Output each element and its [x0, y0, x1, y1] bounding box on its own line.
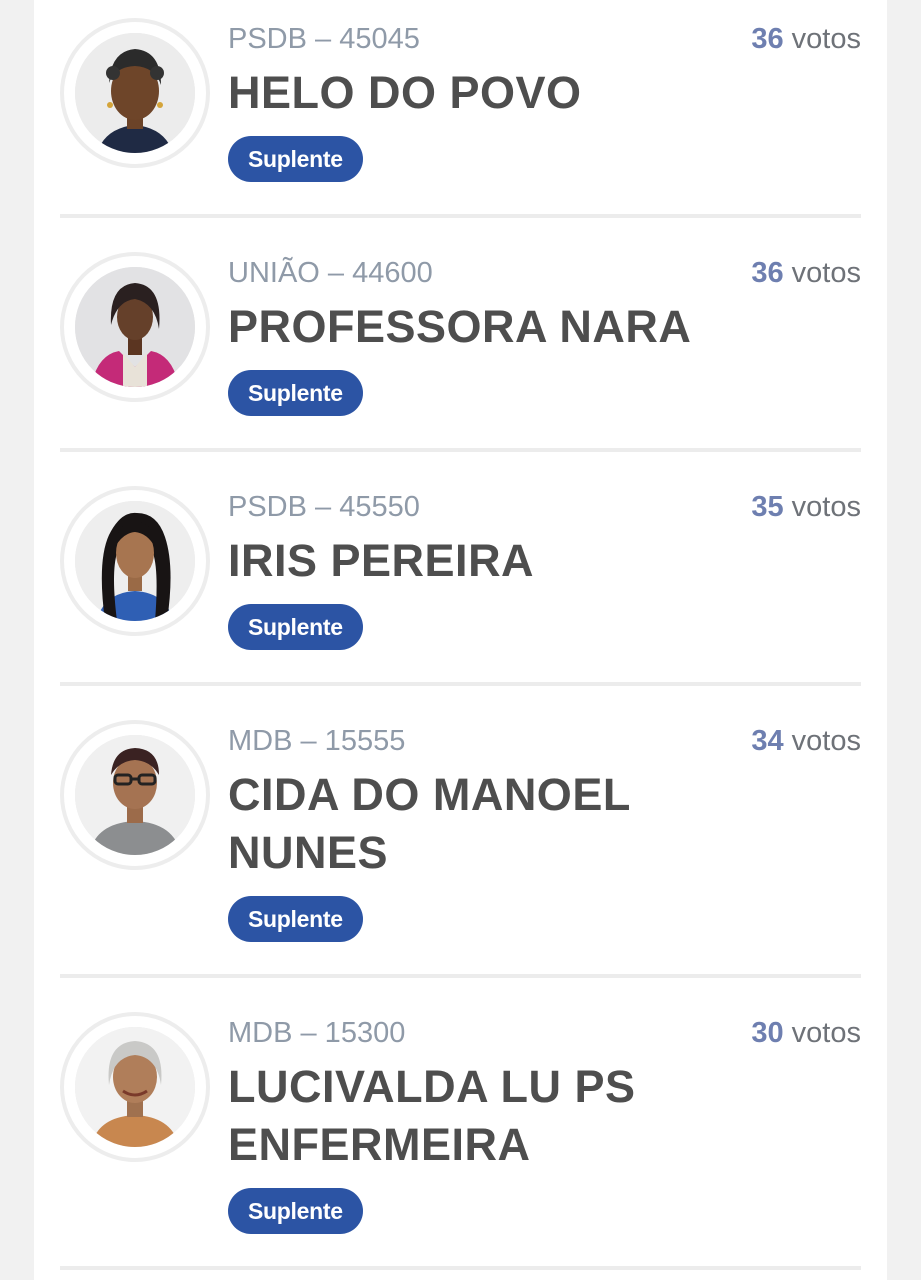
status-badge: Suplente — [228, 896, 363, 942]
candidate-photo — [75, 735, 195, 855]
candidate-card[interactable]: MDB – 15555 34 votos CIDA DO MANOEL NUNE… — [60, 686, 861, 978]
status-badge: Suplente — [228, 370, 363, 416]
candidate-name: IRIS PEREIRA — [228, 535, 535, 586]
candidate-info: UNIÃO – 44600 36 votos PROFESSORA NARA S… — [228, 256, 861, 416]
vote-number: 36 — [751, 23, 784, 55]
vote-label: votos — [791, 725, 861, 757]
candidate-card[interactable]: PSDB – 45550 35 votos IRIS PEREIRA Suple… — [60, 452, 861, 686]
avatar-frame — [60, 252, 210, 402]
candidate-card[interactable]: PSDB – 45045 36 votos HELO DO POVO Suple… — [60, 0, 861, 218]
candidate-name: PROFESSORA NARA — [228, 301, 692, 352]
candidate-info: MDB – 15555 34 votos CIDA DO MANOEL NUNE… — [228, 724, 861, 942]
candidate-photo — [75, 1027, 195, 1147]
status-badge: Suplente — [228, 604, 363, 650]
vote-count: 35 votos — [751, 490, 861, 524]
avatar-frame — [60, 18, 210, 168]
vote-label: votos — [791, 491, 861, 523]
candidate-photo — [75, 33, 195, 153]
avatar-frame — [60, 1012, 210, 1162]
candidate-card[interactable]: MDB – 15300 30 votos LUCIVALDA LU PS ENF… — [60, 978, 861, 1270]
vote-number: 30 — [751, 1017, 784, 1049]
candidate-name: HELO DO POVO — [228, 67, 582, 118]
vote-count: 36 votos — [751, 256, 861, 290]
results-page: PSDB – 45045 36 votos HELO DO POVO Suple… — [34, 0, 887, 1280]
status-badge: Suplente — [228, 1188, 363, 1234]
vote-count: 34 votos — [751, 724, 861, 758]
vote-count: 30 votos — [751, 1016, 861, 1050]
candidate-card[interactable]: UNIÃO – 44600 36 votos PROFESSORA NARA S… — [60, 218, 861, 452]
candidate-name: CIDA DO MANOEL NUNES — [228, 769, 631, 878]
vote-number: 36 — [751, 257, 784, 289]
avatar-frame — [60, 720, 210, 870]
vote-number: 34 — [751, 725, 784, 757]
vote-label: votos — [791, 23, 861, 55]
vote-count: 36 votos — [751, 22, 861, 56]
status-badge: Suplente — [228, 136, 363, 182]
candidate-info: PSDB – 45550 35 votos IRIS PEREIRA Suple… — [228, 490, 861, 650]
candidate-name: LUCIVALDA LU PS ENFERMEIRA — [228, 1061, 636, 1170]
candidate-photo — [75, 267, 195, 387]
avatar-frame — [60, 486, 210, 636]
vote-label: votos — [791, 1017, 861, 1049]
vote-label: votos — [791, 257, 861, 289]
candidate-photo — [75, 501, 195, 621]
candidate-info: MDB – 15300 30 votos LUCIVALDA LU PS ENF… — [228, 1016, 861, 1234]
candidate-info: PSDB – 45045 36 votos HELO DO POVO Suple… — [228, 22, 861, 182]
vote-number: 35 — [751, 491, 784, 523]
candidate-list: PSDB – 45045 36 votos HELO DO POVO Suple… — [60, 0, 861, 1270]
